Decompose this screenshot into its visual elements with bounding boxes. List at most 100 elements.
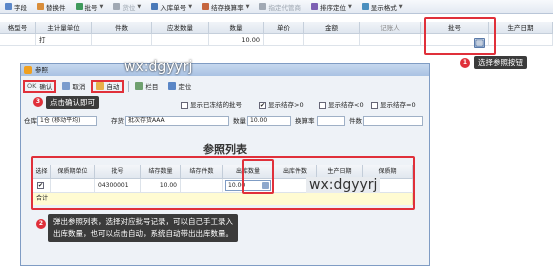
toolbar-item-icon — [202, 3, 210, 10]
toolbar-item-icon — [310, 3, 318, 10]
checkbox-label: 显示结存=0 — [380, 101, 416, 109]
dialog-app-icon — [24, 66, 32, 74]
cell-mfg-date[interactable] — [489, 34, 553, 46]
warehouse-input[interactable]: 1仓 (移动平均) — [37, 116, 97, 126]
checkbox-show-stock-gt0[interactable]: ✔ 显示结存>0 — [259, 100, 304, 110]
col-header-pieces[interactable]: 件数 — [92, 22, 152, 34]
chevron-down-icon[interactable]: ▼ — [399, 4, 403, 10]
locate-label: 定位 — [178, 83, 192, 91]
cell-due-qty[interactable] — [152, 34, 209, 46]
warehouse-label: 仓库 — [24, 117, 37, 125]
toolbar-item-label: 结存换算率 — [211, 3, 244, 12]
cancel-label: 取消 — [72, 83, 86, 91]
chevron-down-icon[interactable]: ▼ — [188, 4, 192, 10]
locate-button[interactable]: 定位 — [164, 80, 195, 93]
ok-key-label: OK — [27, 82, 37, 90]
rate-label: 换算率 — [295, 117, 315, 125]
checkbox-label: 显示已冻结的批号 — [190, 101, 242, 109]
toolbar-item-5[interactable]: 结存换算率 ▼ — [197, 1, 254, 13]
toolbar-item-label: 字段 — [14, 3, 27, 12]
tip-click-confirm: 点击确认即可 — [46, 96, 99, 109]
toolbar-item-4[interactable]: 入库单号 ▼ — [146, 1, 197, 13]
checkbox-show-stock-lt0[interactable]: 显示结存<0 — [319, 100, 364, 110]
cell-unit[interactable]: 打 — [36, 34, 92, 46]
inventory-label: 存货 — [111, 117, 124, 125]
toolbar-item-label: 批号 — [84, 3, 98, 12]
checkbox-box-checked[interactable]: ✔ — [259, 101, 266, 109]
toolbar-item-icon — [75, 3, 83, 10]
main-toolbar: 字段 替换件 批号 ▼ 货位 ▼ 入库单号 ▼ 结存换算率 ▼ 指定代管商 排序定位 ▼ 显示格式 ▼ — [0, 0, 553, 14]
cancel-button[interactable]: 取消 — [58, 80, 89, 93]
toolbar-item-icon — [361, 3, 369, 10]
step-badge-1: 1 — [460, 58, 470, 68]
toolbar-item-2[interactable]: 批号 ▼ — [71, 1, 109, 13]
checkbox-box[interactable] — [319, 101, 326, 109]
toolbar-item-icon — [37, 3, 44, 10]
step-badge-3: 3 — [33, 97, 43, 107]
pieces-input[interactable] — [363, 116, 423, 126]
col-header-price[interactable]: 单价 — [264, 22, 304, 34]
col-header-accountant[interactable]: 记账人 — [360, 22, 421, 34]
cell-qty[interactable]: 10.00 — [209, 34, 264, 46]
cell-price[interactable] — [264, 34, 304, 46]
locate-icon — [168, 82, 177, 90]
ok-button[interactable]: OK 确认 — [23, 79, 57, 93]
toolbar-item-icon — [259, 3, 267, 10]
highlight-batch-column — [424, 17, 496, 55]
inventory-input[interactable]: 批次存货AAA — [125, 116, 229, 126]
dialog-toolbar: OK 确认 取消 自动 栏目 定位 — [21, 78, 429, 94]
toolbar-item-label: 显示格式 — [370, 3, 397, 12]
ok-label: 确认 — [39, 83, 53, 91]
auto-label: 自动 — [106, 83, 120, 91]
toolbar-item-label: 替换件 — [46, 3, 66, 12]
chevron-down-icon[interactable]: ▼ — [137, 4, 141, 10]
toolbar-item-6[interactable]: 指定代管商 — [254, 1, 306, 13]
quantity-input[interactable]: 10.00 — [247, 116, 291, 126]
col-header-mfg-date[interactable]: 生产日期 — [489, 22, 553, 34]
toolbar-item-label: 排序定位 — [319, 3, 346, 12]
col-header-qty[interactable]: 数量 — [209, 22, 264, 34]
auto-button[interactable]: 自动 — [91, 79, 125, 93]
tip-line-2: 出库数量，也可以点击自动，系统自动带出出库数量。 — [53, 229, 233, 238]
toolbar-item-3[interactable]: 货位 ▼ — [108, 1, 146, 13]
toolbar-item-label: 指定代管商 — [268, 3, 301, 12]
toolbar-item-7[interactable]: 排序定位 ▼ — [306, 1, 357, 13]
reference-list-title: 参照列表 — [203, 143, 247, 156]
col-header-due-qty[interactable]: 应发数量 — [152, 22, 209, 34]
col-header-amount[interactable]: 金额 — [304, 22, 360, 34]
cell-amount[interactable] — [304, 34, 360, 46]
checkbox-show-expired[interactable]: 显示已冻结的批号 — [181, 100, 242, 110]
step-badge-2: 2 — [36, 219, 46, 229]
column-icon — [135, 82, 144, 90]
checkbox-label: 显示结存<0 — [328, 101, 364, 109]
toolbar-item-1[interactable]: 替换件 — [32, 1, 71, 13]
checkbox-show-stock-eq0[interactable]: 显示结存=0 — [371, 100, 416, 110]
col-header-unit[interactable]: 主计量单位 — [36, 22, 92, 34]
dialog-title-bar: 参照 — [21, 64, 429, 76]
tip-line-1: 弹出参照列表，选择对应批号记录，可以自己手工录入 — [53, 217, 233, 226]
cell-accountant[interactable] — [360, 34, 421, 46]
auto-icon — [96, 82, 105, 90]
cell-pieces[interactable] — [92, 34, 152, 46]
checkbox-box[interactable] — [371, 101, 378, 109]
column-button[interactable]: 栏目 — [131, 80, 162, 93]
tip-reference-list: 弹出参照列表，选择对应批号记录，可以自己手工录入 出库数量，也可以点击自动，系统… — [48, 214, 238, 242]
chevron-down-icon[interactable]: ▼ — [246, 4, 250, 10]
quantity-label: 数量 — [233, 117, 246, 125]
checkbox-label: 显示结存>0 — [268, 101, 304, 109]
checkbox-box[interactable] — [181, 101, 188, 109]
cell-spec[interactable] — [0, 34, 36, 46]
dialog-title: 参照 — [35, 66, 48, 74]
toolbar-item-8[interactable]: 显示格式 ▼ — [357, 1, 408, 13]
chevron-down-icon[interactable]: ▼ — [348, 4, 352, 10]
toolbar-item-icon — [151, 3, 159, 10]
undo-icon — [62, 82, 71, 90]
toolbar-item-0[interactable]: 字段 — [0, 1, 32, 13]
pieces-label: 件数 — [349, 117, 362, 125]
rate-input[interactable] — [317, 116, 345, 126]
tip-select-reference: 选择参照按钮 — [474, 56, 527, 69]
toolbar-item-label: 入库单号 — [160, 3, 187, 12]
toolbar-separator — [128, 80, 130, 92]
col-header-spec[interactable]: 格型号 — [0, 22, 36, 34]
chevron-down-icon[interactable]: ▼ — [100, 4, 104, 10]
